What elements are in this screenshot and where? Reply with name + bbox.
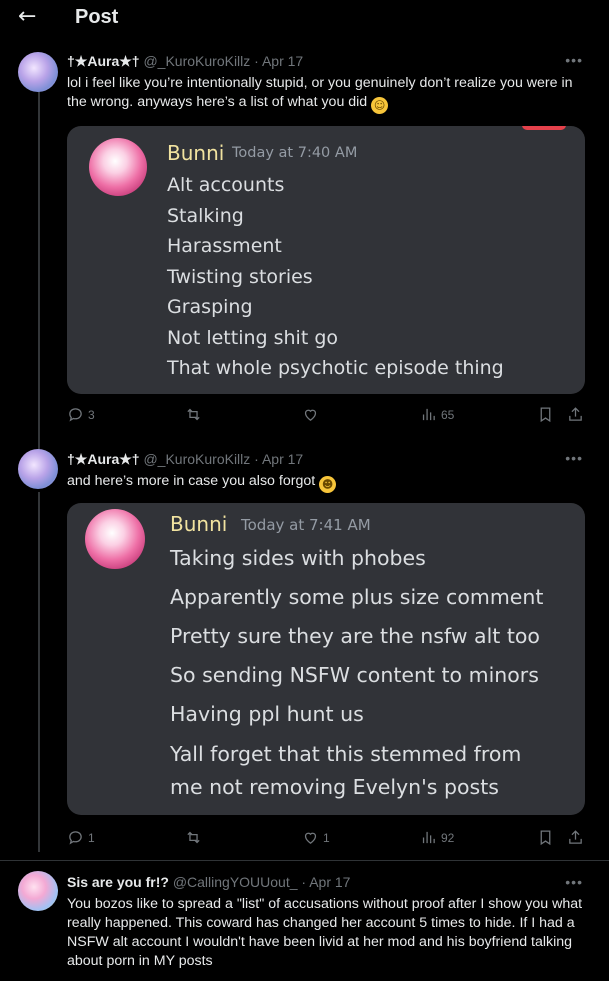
- message-line: me not removing Evelyn's posts: [170, 775, 499, 799]
- thread-connector: [38, 492, 40, 852]
- embedded-screenshot-card[interactable]: Bunni Today at 7:40 AM Alt accounts Stal…: [67, 126, 585, 394]
- user-handle[interactable]: @CallingYOUUout_: [173, 874, 298, 890]
- display-name[interactable]: Sis are you fr!?: [67, 874, 169, 890]
- more-options-icon[interactable]: •••: [565, 52, 583, 68]
- message-line: So sending NSFW content to minors: [170, 663, 539, 687]
- reply-icon: [69, 408, 82, 422]
- reply-button[interactable]: 3: [67, 406, 95, 423]
- tweet-text-content: You bozos like to spread a "list" of acc…: [67, 896, 583, 969]
- message-line: That whole psychotic episode thing: [167, 357, 504, 379]
- arrow-left-icon[interactable]: ←: [18, 4, 36, 29]
- avatar[interactable]: [18, 52, 58, 92]
- tweet-text-content: lol i feel like you’re intentionally stu…: [67, 75, 573, 110]
- bookmark-button[interactable]: [537, 406, 554, 423]
- notification-tab: [522, 126, 566, 130]
- view-count: 65: [441, 407, 455, 422]
- card-message-lines: Alt accounts Stalking Harassment Twistin…: [167, 170, 504, 384]
- reply-button[interactable]: 1: [67, 829, 95, 846]
- heart-icon: [304, 832, 317, 844]
- tweet-text-content: and here’s more in case you also forgot: [67, 473, 316, 489]
- tweet-meta: †★Aura★† @_KuroKuroKillz · Apr 17: [67, 451, 303, 468]
- reply-count: 3: [88, 407, 95, 422]
- bookmark-button[interactable]: [537, 829, 554, 846]
- message-line: Yall forget that this stemmed from: [170, 742, 522, 766]
- tweet-date[interactable]: · Apr 17: [254, 53, 303, 69]
- message-line: Pretty sure they are the nsfw alt too: [170, 624, 540, 648]
- message-line: Harassment: [167, 235, 282, 257]
- retweet-icon: [187, 831, 200, 844]
- share-button[interactable]: [567, 829, 584, 846]
- like-count: 1: [323, 830, 330, 845]
- card-message-lines: Taking sides with phobes Apparently some…: [170, 539, 543, 803]
- bookmark-icon: [540, 407, 551, 423]
- tweet-actions: 1 1 92: [0, 829, 609, 849]
- share-icon: [569, 830, 582, 844]
- tweet-meta: †★Aura★† @_KuroKuroKillz · Apr 17: [67, 53, 303, 70]
- message-line: Taking sides with phobes: [170, 546, 426, 570]
- card-username: Bunni: [170, 512, 228, 536]
- message-line: Not letting shit go: [167, 326, 339, 349]
- view-count: 92: [441, 830, 455, 845]
- card-timestamp: Today at 7:40 AM: [232, 145, 358, 161]
- avatar: [85, 509, 145, 569]
- retweet-icon: [187, 408, 200, 421]
- analytics-icon: [422, 831, 435, 844]
- tweet-text: You bozos like to spread a "list" of acc…: [67, 895, 592, 971]
- user-handle[interactable]: @_KuroKuroKillz: [143, 451, 250, 467]
- embedded-screenshot-card[interactable]: Bunni Today at 7:41 AM Taking sides with…: [67, 503, 585, 815]
- views-button[interactable]: 92: [420, 829, 454, 846]
- reply-count: 1: [88, 830, 95, 845]
- more-options-icon[interactable]: •••: [565, 450, 583, 466]
- tweet-text: lol i feel like you’re intentionally stu…: [67, 74, 587, 114]
- page-title: Post: [75, 6, 119, 28]
- bookmark-icon: [540, 830, 551, 846]
- message-line: Grasping: [167, 296, 253, 318]
- message-line: Stalking: [167, 204, 244, 227]
- heart-icon: [304, 409, 317, 421]
- user-handle[interactable]: @_KuroKuroKillz: [143, 53, 250, 69]
- avatar[interactable]: [18, 871, 58, 911]
- face-savoring-food-icon: ☻: [319, 476, 337, 493]
- thread-connector: [38, 90, 40, 455]
- share-button[interactable]: [567, 406, 584, 423]
- upside-down-face-icon: ☺: [371, 97, 389, 114]
- card-username: Bunni: [167, 141, 225, 165]
- share-icon: [569, 407, 582, 421]
- analytics-icon: [422, 408, 435, 421]
- tweet-date[interactable]: · Apr 17: [301, 874, 350, 890]
- message-line: Twisting stories: [167, 265, 313, 288]
- message-line: Alt accounts: [167, 174, 285, 196]
- tweet-actions: 3 65: [0, 406, 609, 426]
- tweet-meta: Sis are you fr!? @CallingYOUUout_ · Apr …: [67, 874, 350, 890]
- retweet-button[interactable]: [185, 829, 202, 846]
- tweet-divider: [0, 860, 609, 861]
- retweet-button[interactable]: [185, 406, 202, 423]
- display-name[interactable]: †★Aura★†: [67, 451, 140, 467]
- header-bar: ← Post: [0, 0, 609, 36]
- avatar: [89, 138, 147, 196]
- like-button[interactable]: [302, 406, 319, 423]
- views-button[interactable]: 65: [420, 406, 454, 423]
- message-line: Apparently some plus size comment: [170, 585, 544, 609]
- like-button[interactable]: 1: [302, 829, 330, 846]
- display-name[interactable]: †★Aura★†: [67, 53, 140, 69]
- tweet-text: and here’s more in case you also forgot …: [67, 472, 587, 493]
- reply-icon: [69, 831, 82, 845]
- card-timestamp: Today at 7:41 AM: [241, 516, 371, 534]
- avatar[interactable]: [18, 449, 58, 489]
- tweet-date[interactable]: · Apr 17: [254, 451, 303, 467]
- message-line: Having ppl hunt us: [170, 702, 364, 726]
- more-options-icon[interactable]: •••: [565, 874, 583, 890]
